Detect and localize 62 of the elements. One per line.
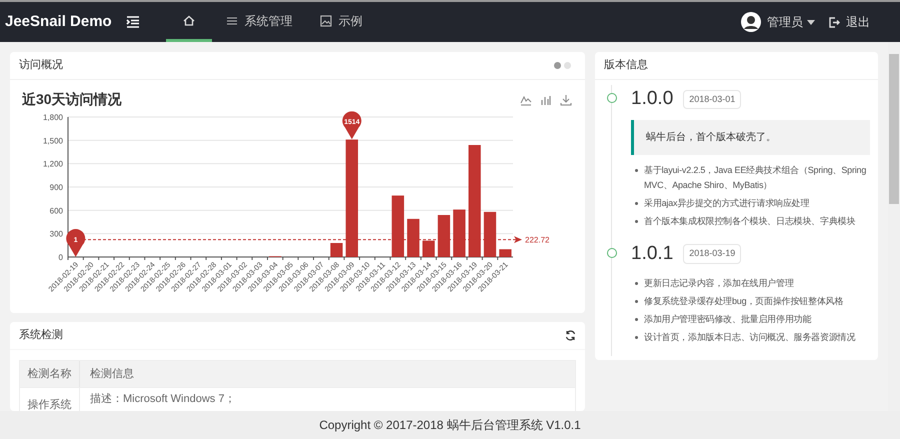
- line-chart-icon[interactable]: [520, 94, 532, 106]
- bar: [438, 215, 450, 257]
- column-header: 检测名称: [20, 361, 80, 387]
- chart-title: 近30天访问情况: [22, 90, 122, 109]
- version-number: 1.0.1: [631, 242, 674, 266]
- bullet-icon: [635, 336, 638, 339]
- card-title: 版本信息: [604, 58, 648, 74]
- bar: [484, 212, 496, 257]
- change-note: 添加用户管理密码修改、批量启用停用功能: [644, 313, 812, 326]
- axis-tick-label: 1,500: [42, 136, 63, 146]
- axis-tick-label: 1,800: [42, 113, 63, 122]
- bar-chart-icon[interactable]: [540, 94, 552, 106]
- bar: [392, 196, 404, 257]
- version-date: 2018-03-19: [683, 244, 742, 264]
- bullet-icon: [635, 220, 638, 222]
- change-note: 首个版本集成权限控制各个模块、日志模块、字典模块: [644, 214, 856, 228]
- home-icon: [182, 14, 196, 28]
- nav-tab[interactable]: 系统管理: [212, 2, 306, 42]
- bullet-icon: [635, 202, 638, 204]
- table-cell-text: 描述：Microsoft Windows 7；: [89, 392, 236, 407]
- timeline-node-icon: [607, 93, 617, 103]
- version-date: 2018-03-01: [683, 90, 742, 109]
- bullet-icon: [635, 282, 638, 285]
- bullet-icon: [635, 318, 638, 321]
- axis-tick-label: 600: [50, 206, 63, 216]
- column-header: 检测信息: [89, 366, 135, 382]
- copyright-text: Copyright © 2017-2018 蜗牛后台管理系统 V1.0.1: [319, 417, 581, 434]
- change-note: 采用ajax异步提交的方式进行请求响应处理: [644, 196, 810, 210]
- version-number: 1.0.0: [631, 87, 674, 111]
- card-title: 访问概况: [19, 58, 63, 74]
- menu-icon[interactable]: [126, 16, 140, 28]
- bar: [407, 218, 420, 257]
- user-menu[interactable]: 管理员: [767, 13, 815, 31]
- download-icon[interactable]: [560, 94, 572, 106]
- image-icon: [318, 14, 333, 28]
- release-quote: 蜗牛后台，首个版本破壳了。: [631, 120, 870, 154]
- timeline-node-icon: [607, 248, 617, 258]
- bullet-icon: [635, 300, 638, 303]
- bar: [499, 249, 512, 257]
- axis-tick-label: 300: [50, 230, 63, 239]
- change-note: 基于layui-v2.2.5，Java EE经典技术组合（Spring、Spring MVC、Apache Shiro、MyBatis）: [644, 164, 868, 192]
- bar: [453, 210, 466, 257]
- marker-pin: [66, 229, 86, 257]
- refresh-icon[interactable]: [565, 330, 576, 341]
- change-note: 更新日志记录内容，添加在线用户管理: [644, 277, 794, 290]
- avatar-icon: [741, 12, 761, 32]
- caret-icon: [807, 20, 815, 24]
- change-note: 设计首页，添加版本日志、访问概况、服务器资源情况: [644, 331, 856, 344]
- axis-tick-label: 1,200: [42, 160, 63, 169]
- logout-icon: [829, 16, 840, 28]
- marker-pin: [342, 111, 362, 140]
- axis-tick-label: 0: [58, 253, 63, 262]
- card-title: 系统检测: [19, 328, 63, 344]
- mean-value-label: 222.72: [525, 236, 550, 245]
- change-note: 修复系统登录缓存处理bug，页面操作按钮整体风格: [644, 295, 844, 308]
- nav-tab[interactable]: 示例: [306, 2, 376, 42]
- bar: [422, 240, 435, 257]
- brand-title: JeeSnail Demo: [4, 12, 112, 32]
- axis-tick-label: 900: [50, 183, 63, 192]
- bar: [330, 243, 343, 257]
- logout-link[interactable]: 退出: [829, 13, 870, 31]
- bullet-icon: [635, 168, 638, 172]
